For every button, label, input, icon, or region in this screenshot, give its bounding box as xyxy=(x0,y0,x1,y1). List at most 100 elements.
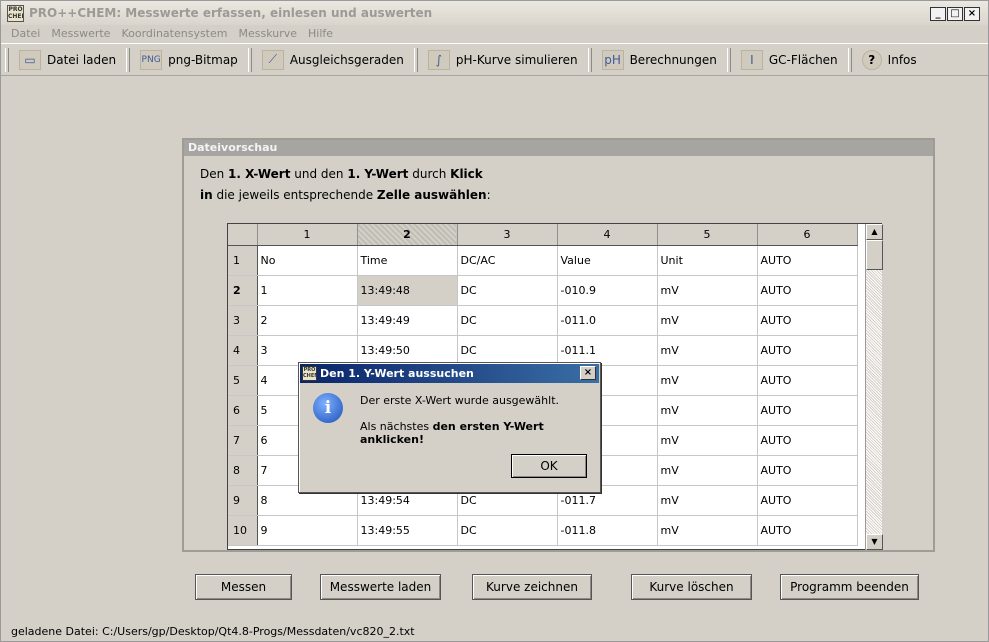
table-cell[interactable]: 13:49:50 xyxy=(357,335,458,366)
table-cell[interactable]: mV xyxy=(657,485,758,516)
table-cell[interactable]: mV xyxy=(657,425,758,456)
table-cell[interactable]: AUTO xyxy=(757,395,858,426)
row-header[interactable]: 3 xyxy=(228,305,258,336)
png-bitmap-button[interactable]: PNG png-Bitmap xyxy=(134,46,244,74)
dialog-title-bar[interactable]: PRO CHEM Den 1. Y-Wert aussuchen × xyxy=(300,364,599,383)
ph-kurve-button[interactable]: ∫ pH-Kurve simulieren xyxy=(422,46,584,74)
instruction-part: 1. X-Wert xyxy=(228,167,291,181)
table-cell[interactable]: AUTO xyxy=(757,365,858,396)
row-header[interactable]: 2 xyxy=(228,275,258,306)
toolbar-grip[interactable] xyxy=(726,47,731,72)
menu-datei[interactable]: Datei xyxy=(11,27,40,40)
table-cell[interactable]: No xyxy=(257,245,358,276)
messwerte-laden-button[interactable]: Messwerte laden xyxy=(320,574,441,600)
table-cell[interactable]: -010.9 xyxy=(557,275,658,306)
table-cell[interactable]: -011.0 xyxy=(557,305,658,336)
table-cell[interactable]: AUTO xyxy=(757,455,858,486)
table-vertical-scrollbar[interactable]: ▲ ▼ xyxy=(865,224,883,550)
table-cell[interactable]: AUTO xyxy=(757,485,858,516)
table-cell[interactable]: DC xyxy=(457,515,558,546)
toolbar-grip[interactable] xyxy=(587,47,592,72)
table-cell[interactable]: mV xyxy=(657,365,758,396)
table-cell[interactable]: Time xyxy=(357,245,458,276)
row-header[interactable]: 4 xyxy=(228,335,258,366)
berechnungen-label: Berechnungen xyxy=(629,52,717,67)
kurve-loeschen-button[interactable]: Kurve löschen xyxy=(631,574,752,600)
toolbar-grip[interactable] xyxy=(247,47,252,72)
menu-hilfe[interactable]: Hilfe xyxy=(308,27,333,40)
gc-flaechen-button[interactable]: I GC-Flächen xyxy=(735,46,844,74)
table-row: 1 No Time DC/AC Value Unit AUTO xyxy=(228,245,858,276)
table-cell[interactable]: mV xyxy=(657,395,758,426)
scroll-up-arrow-icon[interactable]: ▲ xyxy=(866,224,883,240)
menu-messwerte[interactable]: Messwerte xyxy=(51,27,110,40)
table-cell[interactable]: -011.1 xyxy=(557,335,658,366)
column-header-4[interactable]: 4 xyxy=(557,224,658,246)
table-cell[interactable]: AUTO xyxy=(757,275,858,306)
table-cell[interactable]: 9 xyxy=(257,515,358,546)
table-cell[interactable]: -011.8 xyxy=(557,515,658,546)
table-cell[interactable]: AUTO xyxy=(757,515,858,546)
table-cell[interactable]: AUTO xyxy=(757,425,858,456)
column-header-2[interactable]: 2 xyxy=(357,224,458,246)
datei-laden-button[interactable]: ▭ Datei laden xyxy=(13,46,122,74)
toolbar-grip[interactable] xyxy=(847,47,852,72)
toolbar-grip[interactable] xyxy=(126,47,131,72)
table-cell[interactable]: Unit xyxy=(657,245,758,276)
row-header[interactable]: 10 xyxy=(228,515,258,546)
messen-button[interactable]: Messen xyxy=(195,574,292,600)
table-cell[interactable]: DC/AC xyxy=(457,245,558,276)
berechnungen-button[interactable]: pH Berechnungen xyxy=(596,46,723,74)
table-cell[interactable]: 3 xyxy=(257,335,358,366)
row-header[interactable]: 6 xyxy=(228,395,258,426)
ok-button[interactable]: OK xyxy=(511,454,587,478)
table-cell[interactable]: mV xyxy=(657,335,758,366)
titration-curve-icon: ∫ xyxy=(427,49,450,70)
table-cell[interactable]: AUTO xyxy=(757,335,858,366)
row-header[interactable]: 5 xyxy=(228,365,258,396)
ausgleichsgeraden-button[interactable]: ⟋ Ausgleichsgeraden xyxy=(256,46,410,74)
scroll-down-arrow-icon[interactable]: ▼ xyxy=(866,534,883,550)
menu-messkurve[interactable]: Messkurve xyxy=(238,27,297,40)
table-cell[interactable]: mV xyxy=(657,275,758,306)
column-header-6[interactable]: 6 xyxy=(757,224,858,246)
dialog-close-icon[interactable]: × xyxy=(580,366,596,380)
table-cell[interactable]: 1 xyxy=(257,275,358,306)
gc-flaechen-label: GC-Flächen xyxy=(768,52,838,67)
table-cell[interactable]: mV xyxy=(657,515,758,546)
table-cell[interactable]: AUTO xyxy=(757,305,858,336)
close-button[interactable]: × xyxy=(964,7,980,21)
title-bar[interactable]: PRO CHEM PRO++CHEM: Messwerte erfassen, … xyxy=(1,1,988,25)
help-icon: ? xyxy=(861,49,882,70)
column-header-3[interactable]: 3 xyxy=(457,224,558,246)
programm-beenden-button[interactable]: Programm beenden xyxy=(780,574,919,600)
table-cell[interactable]: mV xyxy=(657,455,758,486)
table-cell[interactable]: AUTO xyxy=(757,245,858,276)
row-header[interactable]: 8 xyxy=(228,455,258,486)
minimize-button[interactable]: _ xyxy=(930,7,946,21)
menu-koordinatensystem[interactable]: Koordinatensystem xyxy=(121,27,227,40)
table-cell[interactable]: DC xyxy=(457,305,558,336)
table-cell[interactable]: 13:49:49 xyxy=(357,305,458,336)
table-cell[interactable]: 13:49:48 xyxy=(357,275,458,306)
toolbar-grip[interactable] xyxy=(413,47,418,72)
maximize-button[interactable]: □ xyxy=(947,7,963,21)
table-cell[interactable]: 2 xyxy=(257,305,358,336)
row-header[interactable]: 7 xyxy=(228,425,258,456)
table-cell[interactable]: mV xyxy=(657,305,758,336)
column-header-5[interactable]: 5 xyxy=(657,224,758,246)
kurve-zeichnen-button[interactable]: Kurve zeichnen xyxy=(472,574,592,600)
table-corner[interactable] xyxy=(228,224,258,246)
row-header[interactable]: 1 xyxy=(228,245,258,276)
row-header[interactable]: 9 xyxy=(228,485,258,516)
scroll-thumb[interactable] xyxy=(866,240,883,270)
infos-button[interactable]: ? Infos xyxy=(856,46,923,74)
table-cell[interactable]: DC xyxy=(457,335,558,366)
toolbar-grip[interactable] xyxy=(5,47,9,72)
table-cell[interactable]: Value xyxy=(557,245,658,276)
table-cell[interactable]: 13:49:55 xyxy=(357,515,458,546)
column-header-row: 1 2 3 4 5 6 xyxy=(228,224,858,246)
column-header-1[interactable]: 1 xyxy=(257,224,358,246)
dialog-title: Den 1. Y-Wert aussuchen xyxy=(320,367,474,380)
table-cell[interactable]: DC xyxy=(457,275,558,306)
